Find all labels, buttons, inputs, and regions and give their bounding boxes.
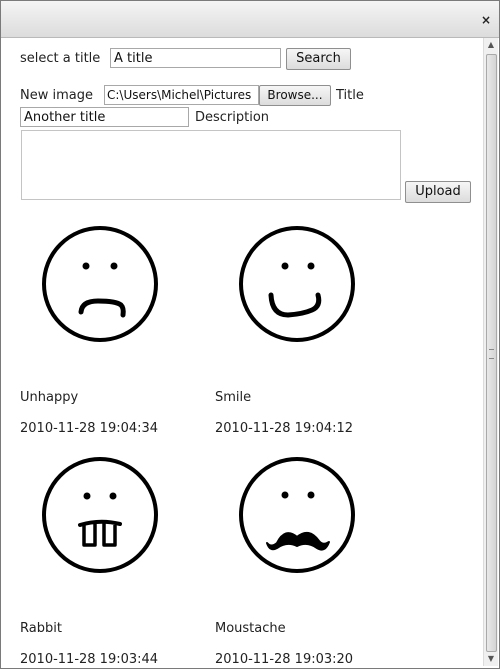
image-date: 2010-11-28 19:04:34 xyxy=(20,421,159,436)
image-card: Unhappy 2010-11-28 19:04:34 xyxy=(20,222,210,452)
image-date: 2010-11-28 19:04:12 xyxy=(215,421,354,436)
browse-button[interactable]: Browse... xyxy=(259,85,331,106)
image-date: 2010-11-28 19:03:44 xyxy=(20,652,159,666)
file-path-field[interactable] xyxy=(104,85,259,105)
content-area: select a title Search New image Browse..… xyxy=(7,38,481,666)
scroll-up-icon[interactable]: ▲ xyxy=(484,38,498,52)
image-date: 2010-11-28 19:03:20 xyxy=(215,652,354,666)
grip-icon xyxy=(489,349,494,359)
image-title: Smile xyxy=(215,390,252,405)
title-bar: × xyxy=(1,1,499,38)
description-textarea[interactable] xyxy=(21,130,401,200)
vertical-scrollbar[interactable]: ▲ ▼ xyxy=(483,38,498,666)
title-input[interactable] xyxy=(20,107,189,127)
rabbit-face-icon[interactable] xyxy=(20,453,170,583)
image-card: Moustache 2010-11-28 19:03:20 xyxy=(215,453,405,666)
moustache-face-icon[interactable] xyxy=(215,453,365,583)
window: × select a title Search New image Browse… xyxy=(0,0,500,669)
image-card: Rabbit 2010-11-28 19:03:44 xyxy=(20,453,210,666)
description-label: Description xyxy=(195,110,270,125)
close-icon[interactable]: × xyxy=(481,14,491,26)
search-input[interactable] xyxy=(110,48,281,68)
smile-face-icon[interactable] xyxy=(215,222,365,352)
file-label: New image xyxy=(20,88,93,103)
image-card: Smile 2010-11-28 19:04:12 xyxy=(215,222,405,452)
image-title: Moustache xyxy=(215,621,286,636)
title-label: Title xyxy=(336,88,364,103)
image-title: Unhappy xyxy=(20,390,79,405)
sad-face-icon[interactable] xyxy=(20,222,170,352)
scrollbar-thumb[interactable] xyxy=(486,54,497,652)
search-button[interactable]: Search xyxy=(286,48,351,70)
upload-button[interactable]: Upload xyxy=(405,181,471,203)
search-label: select a title xyxy=(20,51,101,66)
scroll-down-icon[interactable]: ▼ xyxy=(484,652,498,666)
image-title: Rabbit xyxy=(20,621,62,636)
